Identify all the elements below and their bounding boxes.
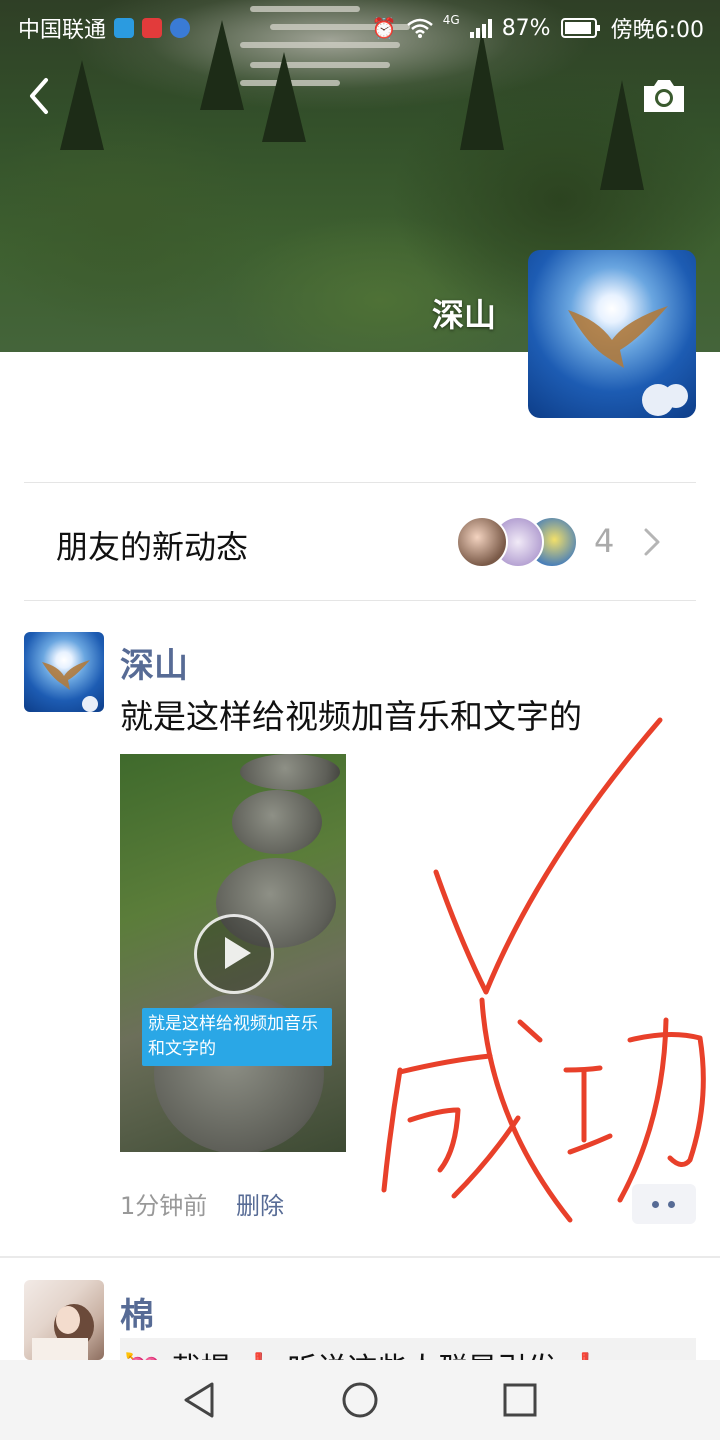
- play-button[interactable]: [194, 914, 274, 994]
- alarm-icon: ⏰: [371, 16, 397, 40]
- recents-square-icon[interactable]: [496, 1376, 544, 1424]
- post-timestamp: 1分钟前: [120, 1192, 208, 1220]
- camera-button[interactable]: [640, 76, 688, 116]
- shield-app-icon: [114, 18, 135, 38]
- chevron-right-icon: [644, 528, 660, 556]
- stepping-stone: [232, 790, 322, 854]
- translate-app-icon: [170, 18, 191, 38]
- updates-count: 4: [594, 522, 615, 560]
- post-text: 就是这样给视频加音乐和文字的: [120, 697, 582, 736]
- post-divider: [0, 1256, 720, 1258]
- profile-avatar[interactable]: [528, 250, 696, 418]
- cover-username: 深山: [432, 296, 497, 334]
- dot-icon: [668, 1201, 675, 1208]
- battery-icon: [560, 18, 600, 38]
- video-caption: 就是这样给视频加音乐和文字的: [142, 1008, 332, 1066]
- back-button[interactable]: [20, 70, 60, 122]
- dot-icon: [652, 1201, 659, 1208]
- section-divider: [24, 600, 696, 601]
- tree-shape: [600, 80, 644, 190]
- friends-updates-label: 朋友的新动态: [56, 528, 249, 566]
- post-author-name[interactable]: 棉: [120, 1288, 154, 1337]
- clock-time: 傍晚6:00: [610, 18, 704, 43]
- play-icon: [225, 937, 251, 969]
- camera-icon: [644, 80, 684, 112]
- friends-updates-row[interactable]: 朋友的新动态 4: [0, 484, 720, 600]
- person-photo: [32, 1304, 94, 1360]
- section-divider: [24, 482, 696, 483]
- chevron-left-icon: [30, 78, 48, 114]
- carrier-label: 中国联通: [18, 18, 107, 43]
- more-actions-button[interactable]: [632, 1184, 696, 1224]
- friend-avatar: [456, 516, 508, 568]
- delete-link[interactable]: 删除: [236, 1186, 284, 1221]
- news-app-icon: [142, 18, 163, 38]
- tree-shape: [262, 52, 306, 142]
- post-video[interactable]: 就是这样给视频加音乐和文字的: [120, 754, 346, 1152]
- system-nav-bar: [0, 1360, 720, 1440]
- tree-shape: [60, 60, 104, 150]
- dove-image: [42, 660, 98, 712]
- back-triangle-icon[interactable]: [176, 1376, 224, 1424]
- post-author-avatar[interactable]: [24, 632, 104, 712]
- signal-icon: [469, 19, 492, 38]
- dove-image: [568, 306, 688, 416]
- wifi-icon: [406, 18, 433, 38]
- handwritten-annotation: [381, 717, 706, 1223]
- battery-percent: 87%: [501, 15, 551, 41]
- home-circle-icon[interactable]: [336, 1376, 384, 1424]
- post-author-name[interactable]: 深山: [120, 638, 188, 687]
- post-author-avatar[interactable]: [24, 1280, 104, 1360]
- stepping-stone: [240, 754, 340, 790]
- network-type-label: 4G: [442, 13, 460, 27]
- status-bar: 中国联通 ⏰ 4G 87% 傍晚6:00: [0, 0, 720, 52]
